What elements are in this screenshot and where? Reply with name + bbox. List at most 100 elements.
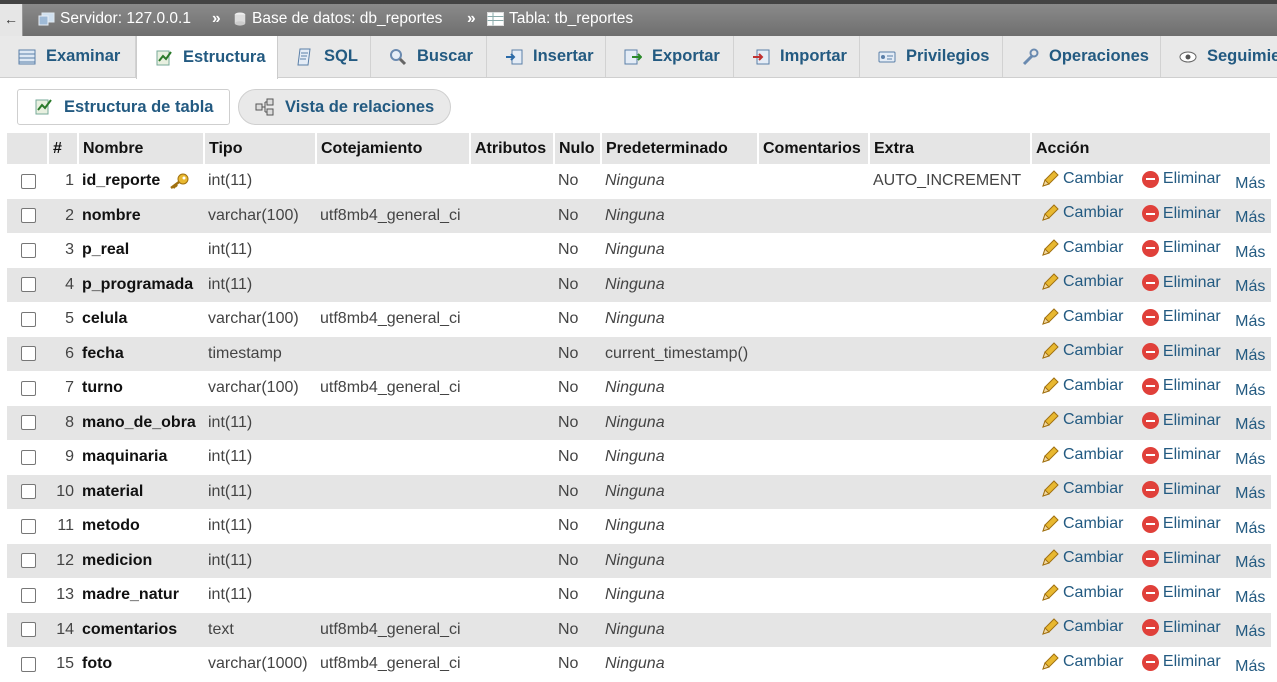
more-dropdown[interactable]: Más (1235, 382, 1265, 400)
row-checkbox[interactable] (21, 277, 36, 293)
column-header-comments[interactable]: Comentarios (758, 133, 870, 164)
change-button[interactable]: Cambiar (1041, 411, 1123, 429)
more-dropdown[interactable]: Más (1235, 623, 1265, 641)
change-button[interactable]: Cambiar (1041, 446, 1123, 464)
drop-button[interactable]: Eliminar (1141, 619, 1221, 637)
change-button[interactable]: Cambiar (1041, 618, 1123, 636)
more-dropdown[interactable]: Más (1235, 589, 1265, 607)
drop-button[interactable]: Eliminar (1141, 239, 1221, 257)
back-arrow-icon[interactable]: ← (0, 4, 23, 36)
change-button[interactable]: Cambiar (1041, 549, 1123, 567)
tab-importar[interactable]: Importar (734, 36, 860, 77)
drop-button[interactable]: Eliminar (1141, 205, 1221, 223)
relations-icon (255, 98, 274, 116)
breadcrumb-database[interactable]: Base de datos: db_reportes (233, 10, 442, 28)
change-button[interactable]: Cambiar (1041, 480, 1123, 498)
table-structure-button[interactable]: Estructura de tabla (17, 89, 230, 125)
more-dropdown[interactable]: Más (1235, 451, 1265, 469)
column-header-null[interactable]: Nulo (554, 133, 602, 164)
row-checkbox[interactable] (21, 173, 36, 189)
drop-button[interactable]: Eliminar (1141, 584, 1221, 602)
column-collation (316, 267, 470, 302)
tab-sql[interactable]: SQL (278, 36, 371, 77)
column-header-type[interactable]: Tipo (204, 133, 317, 164)
column-extra: AUTO_INCREMENT (873, 172, 1022, 190)
breadcrumb-table[interactable]: Tabla: tb_reportes (487, 10, 633, 28)
column-header-attributes[interactable]: Atributos (470, 133, 555, 164)
column-attributes (470, 198, 554, 233)
row-checkbox[interactable] (21, 622, 36, 638)
more-dropdown[interactable]: Más (1235, 209, 1265, 227)
change-button[interactable]: Cambiar (1041, 239, 1123, 257)
drop-button[interactable]: Eliminar (1141, 515, 1221, 533)
drop-button[interactable]: Eliminar (1141, 170, 1221, 188)
drop-button[interactable]: Eliminar (1141, 412, 1221, 430)
row-checkbox[interactable] (21, 415, 36, 431)
drop-button[interactable]: Eliminar (1141, 446, 1221, 464)
more-dropdown[interactable]: Más (1235, 175, 1265, 193)
row-checkbox[interactable] (21, 208, 36, 224)
change-button[interactable]: Cambiar (1041, 204, 1123, 222)
column-header-extra[interactable]: Extra (869, 133, 1032, 164)
drop-button[interactable]: Eliminar (1141, 343, 1221, 361)
drop-button[interactable]: Eliminar (1141, 274, 1221, 292)
change-button[interactable]: Cambiar (1041, 308, 1123, 326)
row-checkbox[interactable] (21, 553, 36, 569)
row-checkbox[interactable] (21, 518, 36, 534)
column-header-collation[interactable]: Cotejamiento (316, 133, 471, 164)
column-number: 6 (48, 336, 78, 371)
more-dropdown[interactable]: Más (1235, 347, 1265, 365)
drop-button[interactable]: Eliminar (1141, 308, 1221, 326)
more-dropdown[interactable]: Más (1235, 520, 1265, 538)
change-button[interactable]: Cambiar (1041, 273, 1123, 291)
column-default: Ninguna (605, 655, 665, 673)
column-header-default[interactable]: Predeterminado (601, 133, 759, 164)
row-checkbox[interactable] (21, 346, 36, 362)
tab-examinar[interactable]: Examinar (0, 36, 136, 77)
drop-button[interactable]: Eliminar (1141, 481, 1221, 499)
column-extra (869, 578, 1031, 613)
change-button[interactable]: Cambiar (1041, 653, 1123, 671)
more-dropdown[interactable]: Más (1235, 244, 1265, 262)
row-checkbox[interactable] (21, 587, 36, 603)
tab-label: Buscar (417, 47, 473, 65)
drop-button[interactable]: Eliminar (1141, 377, 1221, 395)
more-dropdown[interactable]: Más (1235, 313, 1265, 331)
tab-estructura[interactable]: Estructura (136, 36, 278, 79)
more-dropdown[interactable]: Más (1235, 554, 1265, 572)
drop-button[interactable]: Eliminar (1141, 550, 1221, 568)
more-dropdown[interactable]: Más (1235, 485, 1265, 503)
tab-insertar[interactable]: Insertar (487, 36, 606, 77)
relation-view-button[interactable]: Vista de relaciones (238, 89, 451, 125)
row-checkbox[interactable] (21, 449, 36, 465)
more-dropdown[interactable]: Más (1235, 658, 1265, 676)
breadcrumb-server[interactable]: Servidor: 127.0.0.1 (38, 10, 191, 28)
change-button[interactable]: Cambiar (1041, 377, 1123, 395)
row-checkbox[interactable] (21, 656, 36, 672)
change-button[interactable]: Cambiar (1041, 170, 1123, 188)
more-label: Más (1235, 657, 1266, 675)
column-name-text: fecha (82, 344, 124, 362)
more-dropdown[interactable]: Más (1235, 278, 1265, 296)
tab-operaciones[interactable]: Operaciones (1003, 36, 1161, 77)
change-label: Cambiar (1063, 652, 1124, 670)
row-checkbox[interactable] (21, 242, 36, 258)
more-label: Más (1235, 312, 1266, 330)
column-collation (316, 509, 470, 544)
tab-exportar[interactable]: Exportar (606, 36, 734, 77)
row-checkbox[interactable] (21, 380, 36, 396)
change-button[interactable]: Cambiar (1041, 515, 1123, 533)
column-type: int(11) (204, 267, 316, 302)
row-checkbox[interactable] (21, 311, 36, 327)
more-label: Más (1235, 450, 1266, 468)
column-header-name[interactable]: Nombre (78, 133, 205, 164)
column-header-number[interactable]: # (48, 133, 79, 164)
change-button[interactable]: Cambiar (1041, 342, 1123, 360)
tab-seguimiento[interactable]: Seguimie (1161, 36, 1277, 77)
more-dropdown[interactable]: Más (1235, 416, 1265, 434)
tab-privilegios[interactable]: Privilegios (860, 36, 1003, 77)
tab-buscar[interactable]: Buscar (371, 36, 487, 77)
drop-button[interactable]: Eliminar (1141, 653, 1221, 671)
row-checkbox[interactable] (21, 484, 36, 500)
change-button[interactable]: Cambiar (1041, 584, 1123, 602)
